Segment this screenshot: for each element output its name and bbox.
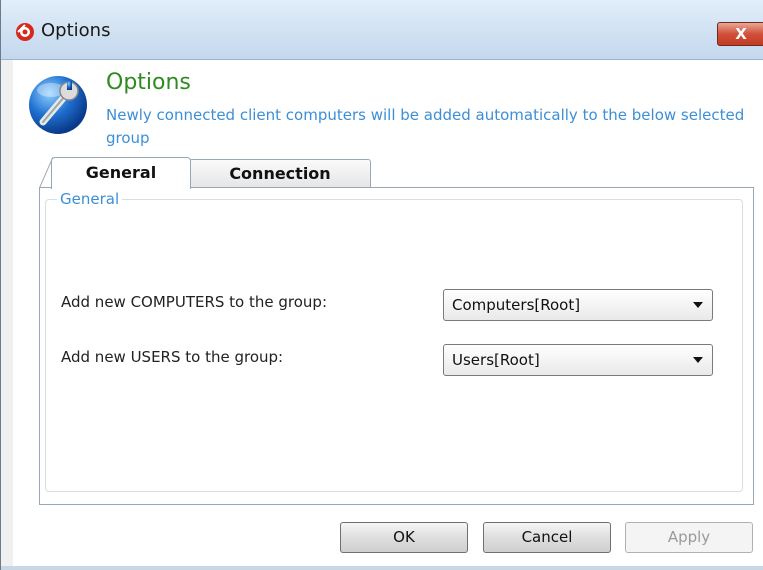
- options-window: Options X Options Newly connected client…: [0, 0, 763, 570]
- close-button[interactable]: X: [717, 22, 763, 46]
- header-title: Options: [106, 70, 191, 95]
- computers-group-label: Add new COMPUTERS to the group:: [61, 293, 328, 311]
- users-group-select[interactable]: Users[Root]: [443, 344, 713, 376]
- window-bottom-border: [1, 566, 763, 570]
- tab-connection[interactable]: Connection: [189, 159, 371, 187]
- close-icon: X: [735, 25, 747, 43]
- groupbox-legend: General: [57, 190, 123, 208]
- cancel-button[interactable]: Cancel: [483, 522, 611, 553]
- options-wrench-globe-icon: [29, 76, 87, 134]
- chevron-down-icon: [693, 357, 703, 363]
- chevron-down-icon: [693, 302, 703, 308]
- users-group-label: Add new USERS to the group:: [61, 348, 284, 366]
- header-description: Newly connected client computers will be…: [106, 106, 745, 147]
- computers-group-select[interactable]: Computers[Root]: [443, 289, 713, 321]
- users-group-value: Users[Root]: [452, 351, 540, 369]
- tab-general[interactable]: General: [51, 157, 191, 189]
- ok-button[interactable]: OK: [340, 522, 468, 553]
- window-title: Options: [41, 20, 111, 41]
- computers-group-value: Computers[Root]: [452, 296, 581, 314]
- title-bar[interactable]: Options X: [1, 0, 763, 60]
- apply-button[interactable]: Apply: [625, 522, 753, 553]
- app-logo-icon: [16, 23, 34, 41]
